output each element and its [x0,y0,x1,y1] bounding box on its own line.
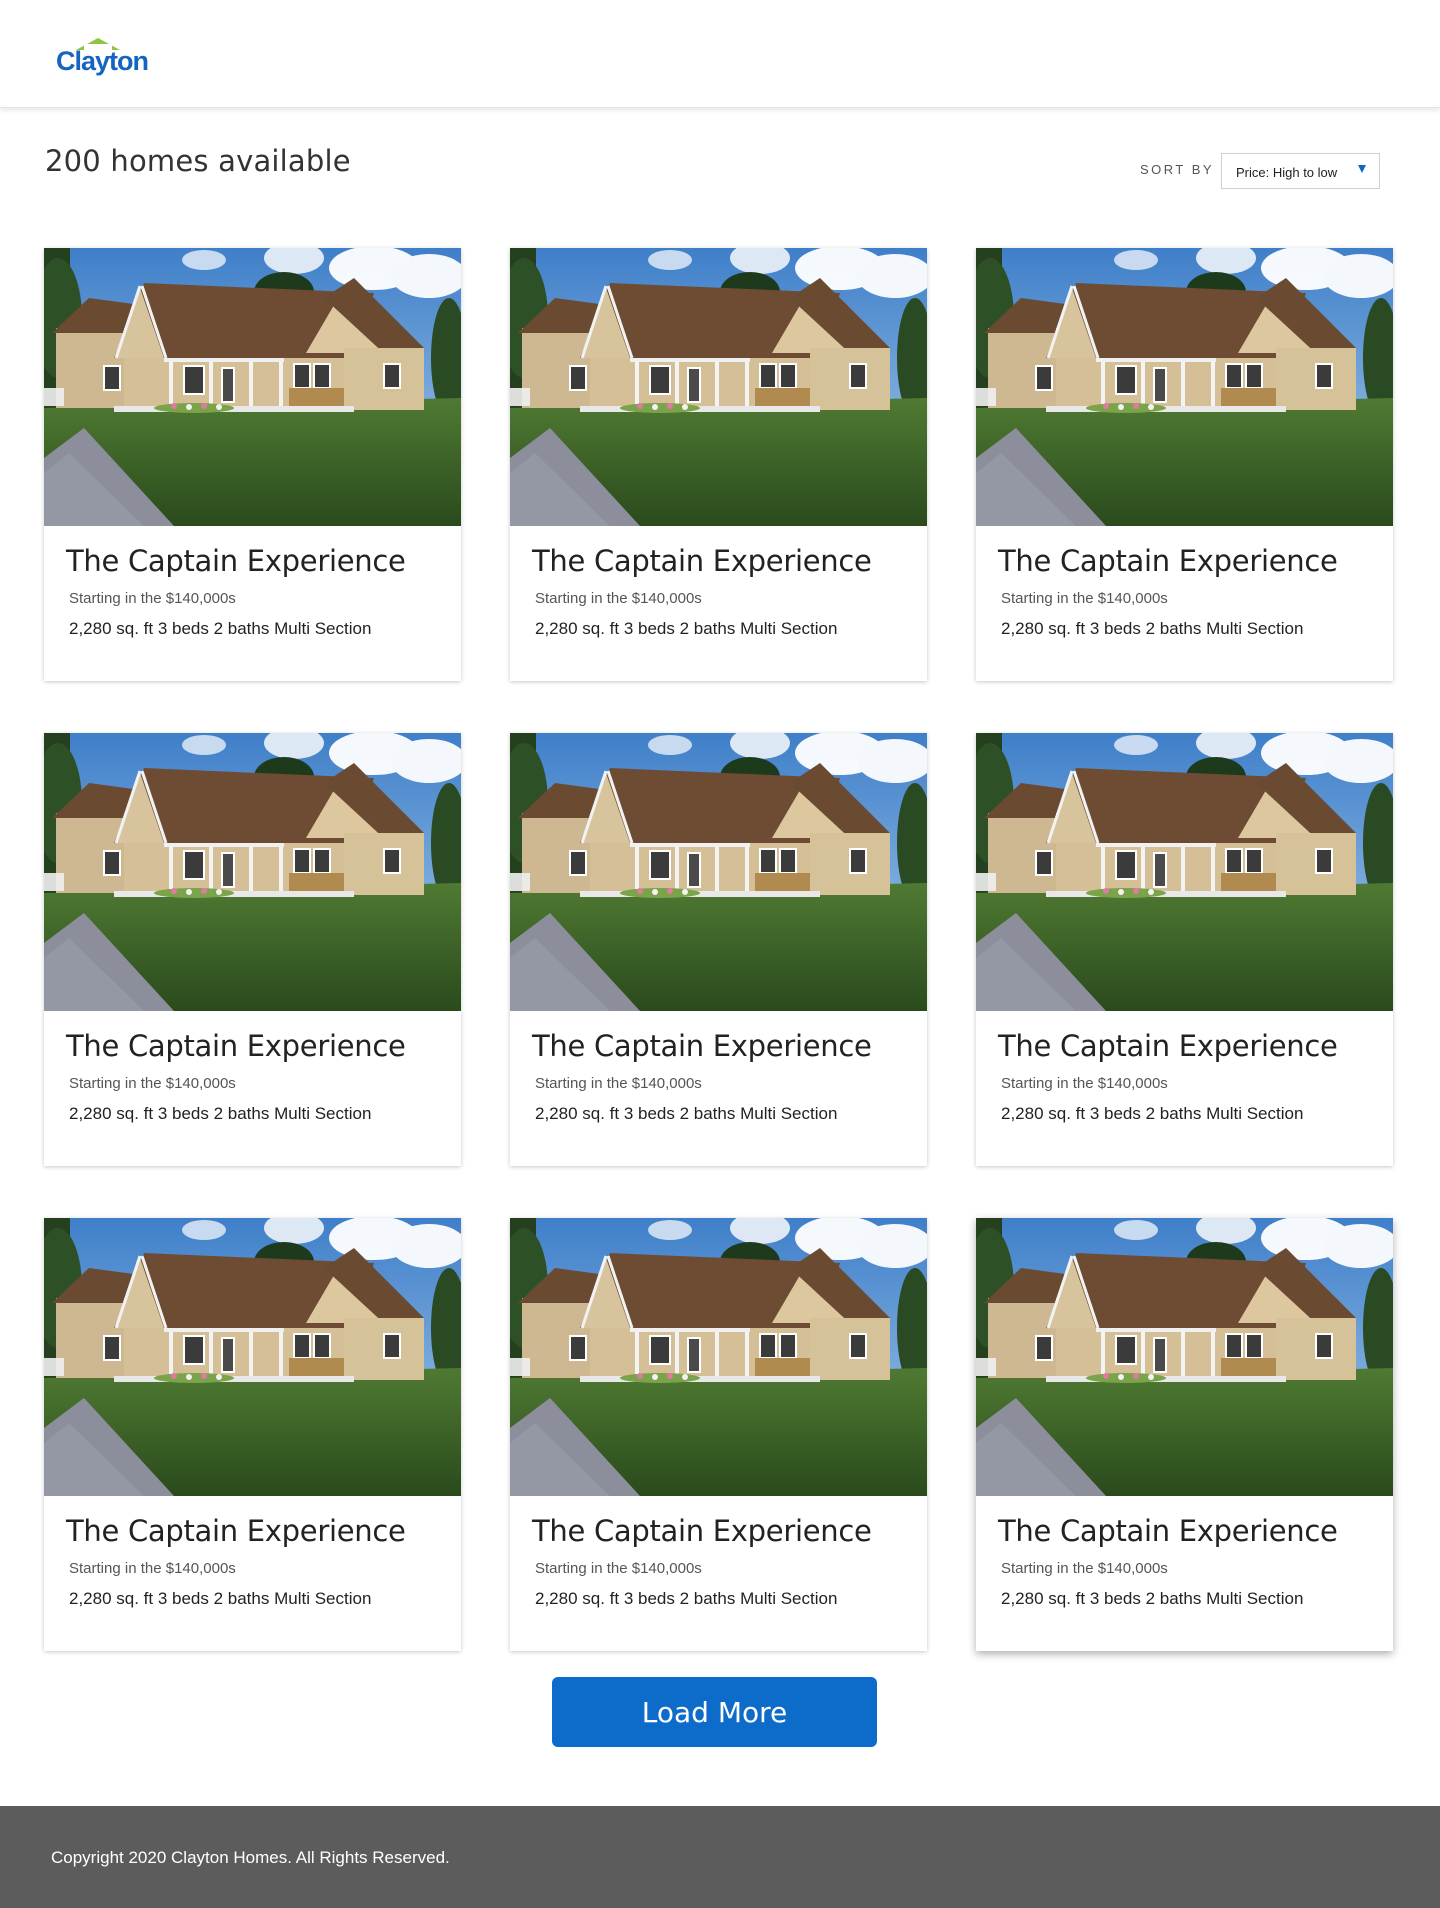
listing-price: Starting in the $140,000s [69,590,236,607]
listing-photo[interactable] [44,248,461,526]
load-more-button[interactable]: Load More [552,1677,877,1747]
listing-card[interactable]: The Captain Experience Starting in the $1… [976,1218,1393,1651]
listing-title[interactable]: The Captain Experience [532,544,872,578]
listing-title[interactable]: The Captain Experience [532,1514,872,1548]
copyright-text: Copyright 2020 Clayton Homes. All Rights… [51,1848,450,1867]
clayton-logo[interactable]: Clayton [54,36,154,76]
listing-price: Starting in the $140,000s [1001,1560,1168,1577]
listing-card[interactable]: The Captain Experience Starting in the $1… [976,248,1393,681]
listing-title[interactable]: The Captain Experience [66,1029,406,1063]
listing-photo[interactable] [976,248,1393,526]
sort-by-label: SORT BY [1140,162,1215,177]
listing-specs: 2,280 sq. ft 3 beds 2 baths Multi Sectio… [69,1589,372,1608]
listing-title[interactable]: The Captain Experience [998,544,1338,578]
listing-card[interactable]: The Captain Experience Starting in the $1… [976,733,1393,1166]
listing-specs: 2,280 sq. ft 3 beds 2 baths Multi Sectio… [1001,619,1304,638]
listing-card[interactable]: The Captain Experience Starting in the $1… [44,1218,461,1651]
listing-specs: 2,280 sq. ft 3 beds 2 baths Multi Sectio… [69,619,372,638]
logo-text: Clayton [56,46,149,76]
listing-specs: 2,280 sq. ft 3 beds 2 baths Multi Sectio… [535,1104,838,1123]
listing-title[interactable]: The Captain Experience [998,1029,1338,1063]
listing-price: Starting in the $140,000s [69,1075,236,1092]
listing-price: Starting in the $140,000s [535,590,702,607]
chevron-down-icon [1358,165,1366,173]
listing-price: Starting in the $140,000s [535,1075,702,1092]
sort-select[interactable]: Price: High to low [1221,153,1380,189]
listing-specs: 2,280 sq. ft 3 beds 2 baths Multi Sectio… [535,1589,838,1608]
listing-price: Starting in the $140,000s [535,1560,702,1577]
listing-price: Starting in the $140,000s [1001,1075,1168,1092]
listing-photo[interactable] [510,1218,927,1496]
listing-photo[interactable] [510,248,927,526]
listing-specs: 2,280 sq. ft 3 beds 2 baths Multi Sectio… [1001,1104,1304,1123]
site-footer: Copyright 2020 Clayton Homes. All Rights… [0,1806,1440,1908]
listing-card[interactable]: The Captain Experience Starting in the $1… [510,1218,927,1651]
listing-price: Starting in the $140,000s [1001,590,1168,607]
listing-specs: 2,280 sq. ft 3 beds 2 baths Multi Sectio… [1001,1589,1304,1608]
listing-card[interactable]: The Captain Experience Starting in the $1… [44,733,461,1166]
listing-title[interactable]: The Captain Experience [532,1029,872,1063]
listing-title[interactable]: The Captain Experience [998,1514,1338,1548]
listing-card[interactable]: The Captain Experience Starting in the $1… [510,733,927,1166]
listing-card[interactable]: The Captain Experience Starting in the $1… [510,248,927,681]
listing-photo[interactable] [44,1218,461,1496]
site-header: Clayton [0,0,1440,108]
listing-photo[interactable] [976,733,1393,1011]
listing-title[interactable]: The Captain Experience [66,544,406,578]
results-count: 200 homes available [45,144,351,178]
listing-title[interactable]: The Captain Experience [66,1514,406,1548]
listing-photo[interactable] [510,733,927,1011]
listing-specs: 2,280 sq. ft 3 beds 2 baths Multi Sectio… [535,619,838,638]
listing-specs: 2,280 sq. ft 3 beds 2 baths Multi Sectio… [69,1104,372,1123]
listing-photo[interactable] [976,1218,1393,1496]
listing-price: Starting in the $140,000s [69,1560,236,1577]
listing-photo[interactable] [44,733,461,1011]
sort-select-value: Price: High to low [1236,165,1338,180]
listing-card[interactable]: The Captain Experience Starting in the $1… [44,248,461,681]
